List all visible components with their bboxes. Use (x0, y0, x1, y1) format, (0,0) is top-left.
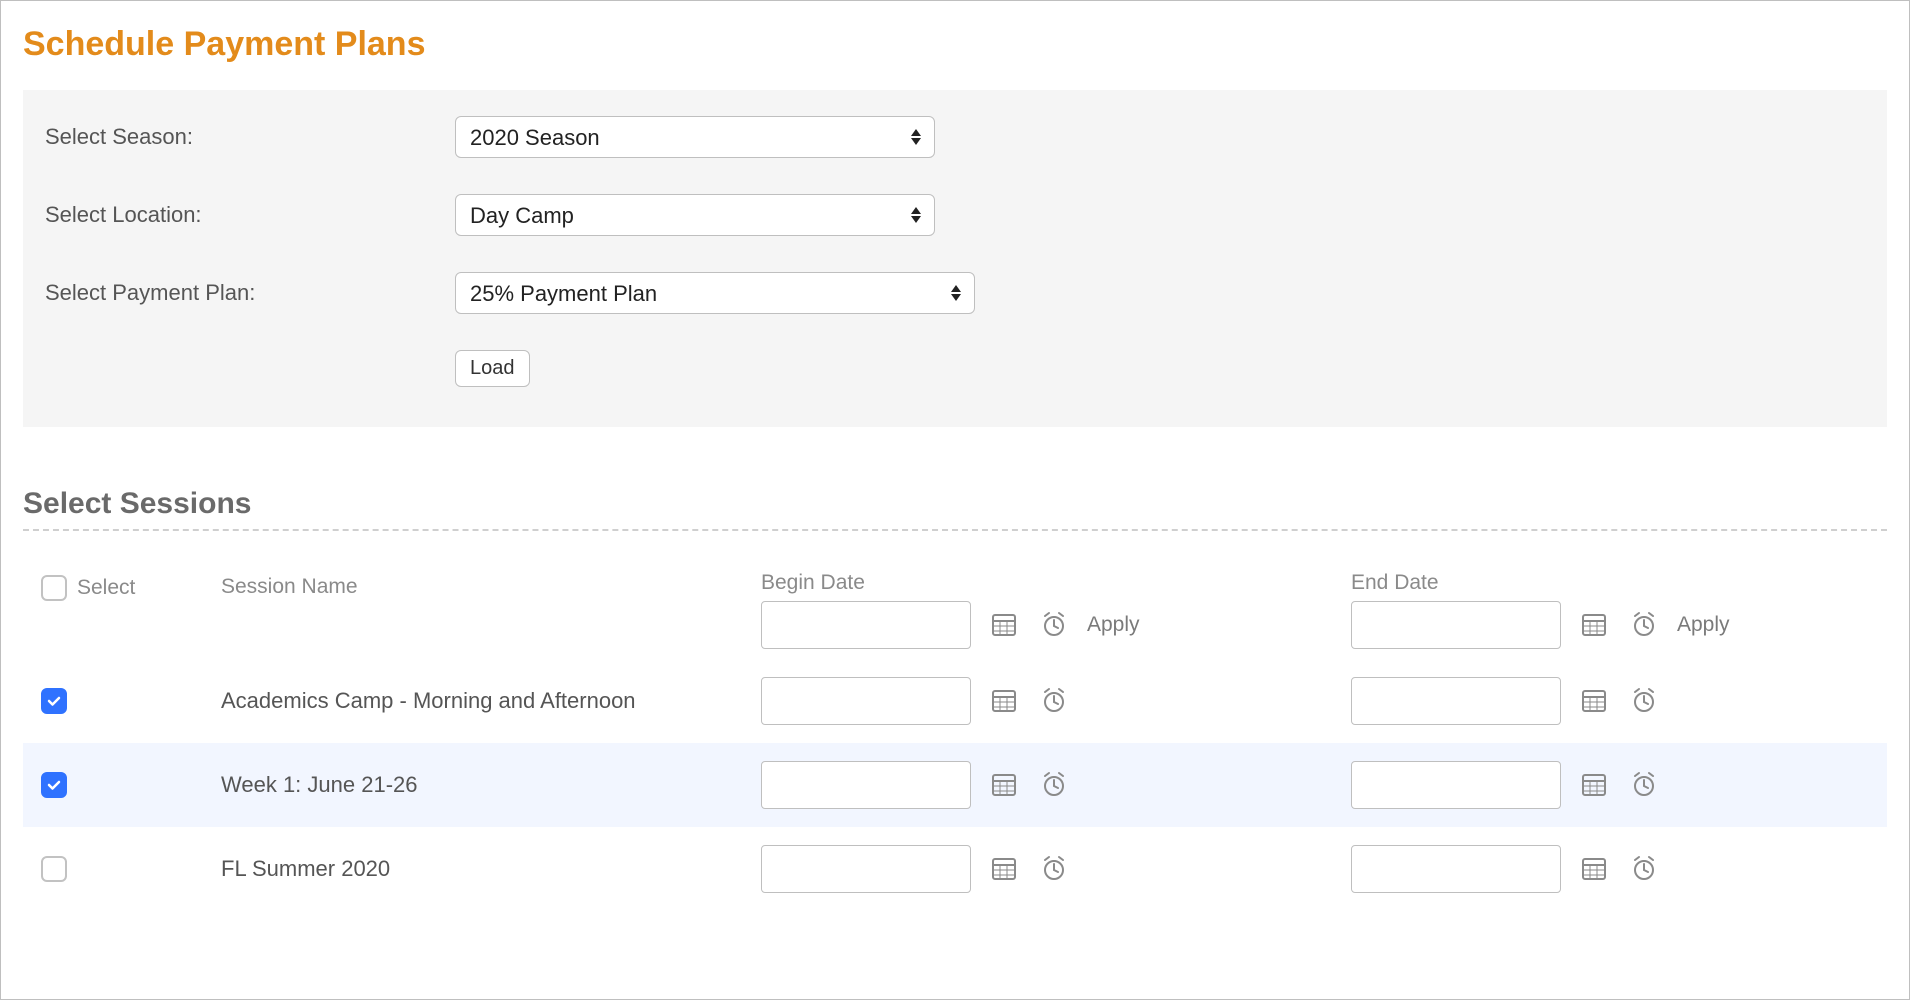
page-container: Schedule Payment Plans Select Season: 20… (0, 0, 1910, 1000)
row-end-date-input[interactable] (1351, 677, 1561, 725)
calendar-icon[interactable] (1577, 768, 1611, 802)
season-select-wrap: 2020 Season (455, 116, 935, 158)
clock-icon[interactable] (1037, 608, 1071, 642)
select-all-checkbox[interactable] (41, 575, 67, 601)
location-select-wrap: Day Camp (455, 194, 935, 236)
calendar-icon[interactable] (1577, 852, 1611, 886)
calendar-icon[interactable] (987, 608, 1021, 642)
row-session-name: Week 1: June 21-26 (221, 772, 761, 798)
header-begin-date-input[interactable] (761, 601, 971, 649)
row-checkbox[interactable] (41, 856, 67, 882)
table-row: FL Summer 2020 (23, 827, 1887, 911)
table-row: Week 1: June 21-26 (23, 743, 1887, 827)
clock-icon[interactable] (1627, 684, 1661, 718)
header-begin-date-controls: Apply (761, 601, 1351, 649)
row-end-date-controls (1351, 845, 1910, 893)
filter-row-plan: Select Payment Plan: 25% Payment Plan (45, 272, 1865, 314)
calendar-icon[interactable] (987, 768, 1021, 802)
apply-end-date-link[interactable]: Apply (1677, 613, 1730, 637)
header-begin-date-col: Begin Date Apply (761, 571, 1351, 649)
season-select[interactable]: 2020 Season (455, 116, 935, 158)
row-end-date-controls (1351, 677, 1910, 725)
header-select-label: Select (77, 576, 135, 600)
sessions-header-row: Select Session Name Begin Date Apply End (23, 561, 1887, 659)
load-row: Load (455, 350, 1865, 387)
table-row: Academics Camp - Morning and Afternoon (23, 659, 1887, 743)
load-button[interactable]: Load (455, 350, 530, 387)
header-end-date-input[interactable] (1351, 601, 1561, 649)
row-begin-date-input[interactable] (761, 761, 971, 809)
plan-select-wrap: 25% Payment Plan (455, 272, 975, 314)
calendar-icon[interactable] (987, 684, 1021, 718)
row-begin-date-input[interactable] (761, 677, 971, 725)
header-begin-date-label: Begin Date (761, 571, 1351, 595)
clock-icon[interactable] (1037, 852, 1071, 886)
calendar-icon[interactable] (987, 852, 1021, 886)
row-begin-date-controls (761, 761, 1351, 809)
select-sessions-title: Select Sessions (23, 487, 1887, 521)
header-session-name: Session Name (221, 571, 761, 599)
row-begin-date-input[interactable] (761, 845, 971, 893)
page-title: Schedule Payment Plans (23, 25, 1887, 64)
clock-icon[interactable] (1627, 852, 1661, 886)
header-end-date-label: End Date (1351, 571, 1910, 595)
location-label: Select Location: (45, 202, 455, 228)
plan-select[interactable]: 25% Payment Plan (455, 272, 975, 314)
header-select-col: Select (41, 571, 221, 601)
plan-label: Select Payment Plan: (45, 280, 455, 306)
clock-icon[interactable] (1627, 608, 1661, 642)
filters-panel: Select Season: 2020 Season Select Locati… (23, 90, 1887, 427)
row-session-name: Academics Camp - Morning and Afternoon (221, 688, 761, 714)
section-divider (23, 529, 1887, 531)
clock-icon[interactable] (1627, 768, 1661, 802)
location-select[interactable]: Day Camp (455, 194, 935, 236)
row-checkbox[interactable] (41, 772, 67, 798)
clock-icon[interactable] (1037, 684, 1071, 718)
row-checkbox[interactable] (41, 688, 67, 714)
filter-row-season: Select Season: 2020 Season (45, 116, 1865, 158)
filter-row-location: Select Location: Day Camp (45, 194, 1865, 236)
row-end-date-input[interactable] (1351, 761, 1561, 809)
header-end-date-col: End Date Apply (1351, 571, 1910, 649)
apply-begin-date-link[interactable]: Apply (1087, 613, 1140, 637)
row-end-date-controls (1351, 761, 1910, 809)
sessions-table: Select Session Name Begin Date Apply End (23, 561, 1887, 911)
season-label: Select Season: (45, 124, 455, 150)
row-session-name: FL Summer 2020 (221, 856, 761, 882)
row-begin-date-controls (761, 845, 1351, 893)
clock-icon[interactable] (1037, 768, 1071, 802)
calendar-icon[interactable] (1577, 608, 1611, 642)
row-begin-date-controls (761, 677, 1351, 725)
header-end-date-controls: Apply (1351, 601, 1910, 649)
row-end-date-input[interactable] (1351, 845, 1561, 893)
calendar-icon[interactable] (1577, 684, 1611, 718)
